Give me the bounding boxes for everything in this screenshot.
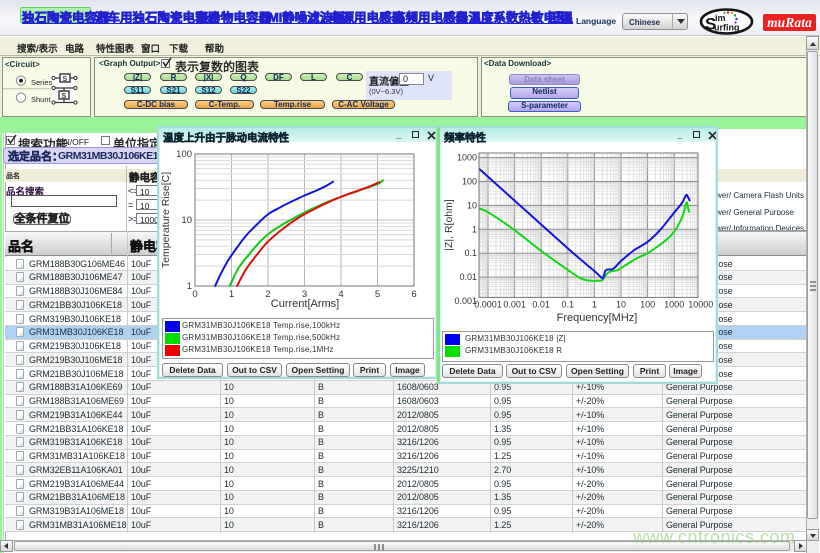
svg-text:Temperature Rise[C]: Temperature Rise[C] [160, 172, 172, 268]
svg-text:|Z|, R[ohm]: |Z|, R[ohm] [443, 199, 455, 251]
svg-text:1: 1 [472, 224, 477, 234]
svg-text:Current[Arms]: Current[Arms] [271, 298, 339, 310]
svg-text:0.1: 0.1 [464, 248, 477, 258]
svg-text:S: S [705, 15, 716, 34]
svg-text:10: 10 [616, 299, 626, 309]
svg-text:S: S [62, 93, 67, 100]
svg-text:1000: 1000 [664, 299, 684, 309]
svg-text:1: 1 [187, 281, 192, 292]
svg-text:S: S [63, 76, 68, 83]
svg-text:0.01: 0.01 [532, 299, 550, 309]
svg-text:0.1: 0.1 [562, 299, 575, 309]
svg-text:0: 0 [192, 289, 197, 300]
svg-text:urfing: urfing [714, 23, 740, 33]
svg-text:im: im [715, 13, 726, 23]
svg-text:1000: 1000 [457, 153, 477, 163]
svg-text:1: 1 [229, 289, 234, 300]
svg-text:100: 100 [462, 177, 477, 187]
svg-text:0.01: 0.01 [459, 272, 477, 282]
svg-text:10: 10 [181, 215, 192, 226]
svg-text:5: 5 [375, 289, 380, 300]
svg-text:0.001: 0.001 [503, 299, 526, 309]
svg-text:0.0001: 0.0001 [474, 299, 502, 309]
svg-text:10000: 10000 [688, 299, 713, 309]
svg-text:100: 100 [640, 299, 655, 309]
svg-text:Frequency[MHz]: Frequency[MHz] [557, 312, 638, 324]
svg-text:6: 6 [411, 289, 416, 300]
svg-text:1: 1 [592, 299, 597, 309]
svg-text:100: 100 [176, 149, 192, 160]
svg-text:10: 10 [467, 200, 477, 210]
